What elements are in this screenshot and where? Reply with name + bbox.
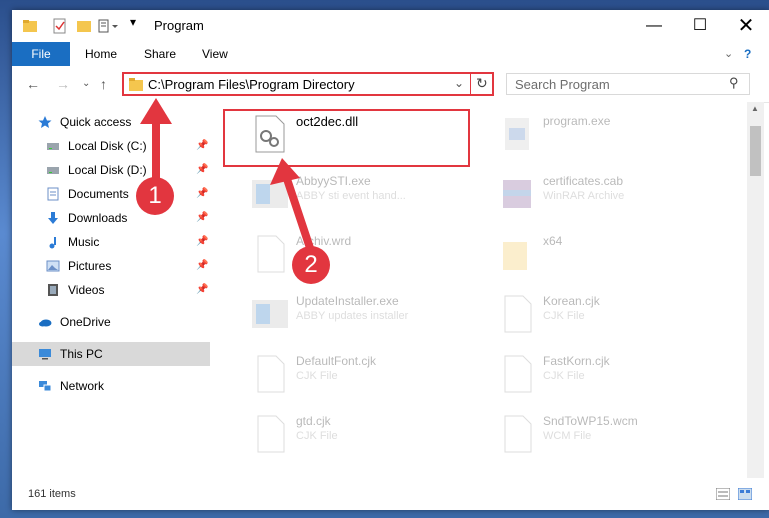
arrow-2 xyxy=(270,158,314,250)
step-badge-2: 2 xyxy=(292,246,330,284)
step-badge-1: 1 xyxy=(136,177,174,215)
arrow-1 xyxy=(140,98,172,178)
annotation-arrows xyxy=(140,98,314,250)
